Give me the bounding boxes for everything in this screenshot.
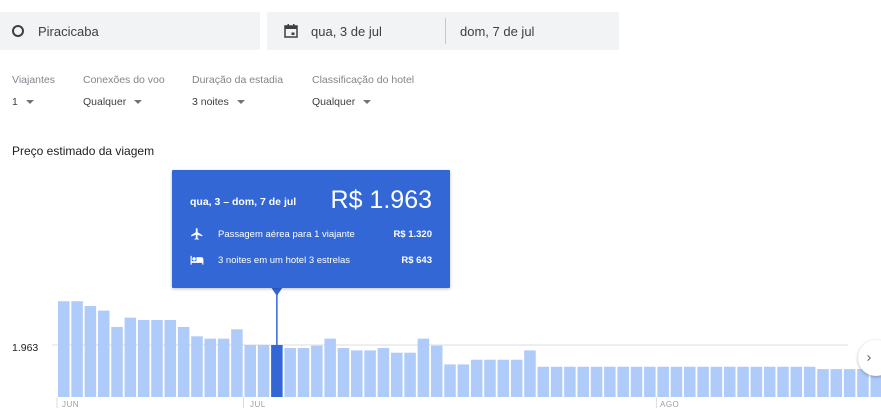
chart-bar[interactable] [617, 366, 629, 397]
tooltip-hotel-price: R$ 643 [401, 254, 432, 266]
chart-bar[interactable] [191, 336, 203, 397]
chart-bar[interactable] [71, 301, 83, 397]
chart-bar[interactable] [377, 348, 390, 397]
chart-bar[interactable] [111, 326, 123, 397]
chart-bar[interactable] [324, 338, 336, 397]
tooltip-total-price: R$ 1.963 [330, 186, 432, 214]
chart-bar[interactable] [550, 366, 563, 397]
chart-bar[interactable] [457, 364, 470, 397]
chevron-right-icon [867, 355, 871, 361]
y-reference-label: 1.963 [12, 342, 39, 354]
chart-bar[interactable] [97, 310, 110, 397]
chart-bar[interactable] [817, 369, 829, 397]
chart-bar[interactable] [750, 366, 763, 397]
chart-bar[interactable] [670, 366, 683, 397]
chart-bar[interactable] [311, 345, 323, 397]
chart-bar[interactable] [84, 305, 97, 397]
airplane-icon [191, 228, 203, 240]
chart-bar[interactable] [697, 366, 709, 397]
chart-bar[interactable] [577, 366, 589, 397]
chart-bar[interactable] [137, 319, 150, 397]
chart-bar[interactable] [564, 366, 576, 397]
chart-bar[interactable] [843, 369, 856, 397]
chart-bar[interactable] [244, 345, 256, 397]
chart-bar[interactable] [177, 326, 190, 397]
chart-bar[interactable] [604, 366, 616, 397]
tooltip-flight-price: R$ 1.320 [393, 228, 432, 240]
trip-planner: Piracicaba qua, 3 de jul dom, 7 de jul V… [0, 0, 881, 408]
chart-bar[interactable] [710, 366, 723, 397]
chart-bar-selected[interactable] [271, 345, 283, 397]
chart-bar[interactable] [444, 364, 456, 397]
chart-bar[interactable] [803, 366, 816, 397]
month-label-ago: AGO [660, 400, 680, 408]
chart-bar[interactable] [164, 319, 177, 397]
tooltip-flight-label: Passagem aérea para 1 viajante [218, 228, 355, 240]
chart-bar[interactable] [524, 350, 536, 397]
chart-bar[interactable] [777, 366, 789, 397]
chart-bar[interactable] [151, 319, 163, 397]
tooltip-pointer [270, 287, 283, 296]
chart-bar[interactable] [484, 359, 496, 397]
chart-bar[interactable] [257, 345, 270, 397]
chart-bar[interactable] [204, 338, 217, 397]
chart-bar[interactable] [58, 301, 70, 397]
month-label-jun: JUN [62, 400, 80, 408]
chart-bar[interactable] [417, 338, 430, 397]
tooltip-flight-row: Passagem aérea para 1 viajante R$ 1.320 [190, 226, 432, 242]
tooltip-dates: qua, 3 – dom, 7 de jul [190, 196, 297, 208]
chart-bar[interactable] [391, 352, 403, 397]
tooltip-hotel-label: 3 noites em um hotel 3 estrelas [218, 254, 351, 266]
chart-bar[interactable] [737, 366, 749, 397]
chart-bar[interactable] [217, 338, 230, 397]
chart-bar[interactable] [684, 366, 696, 397]
chart-bar[interactable] [537, 366, 550, 397]
chart-bar[interactable] [790, 366, 803, 397]
chart-bar[interactable] [830, 369, 843, 397]
chart-bar[interactable] [297, 348, 310, 397]
month-label-jul: JUL [250, 400, 266, 408]
tooltip-hotel-row: 3 noites em um hotel 3 estrelas R$ 643 [190, 252, 432, 268]
chart-bar[interactable] [231, 329, 243, 397]
chart-bar[interactable] [510, 359, 523, 397]
chart-bar[interactable] [337, 348, 350, 397]
chart-bar[interactable] [470, 359, 483, 397]
bed-icon [190, 255, 204, 265]
chart-bar[interactable] [124, 317, 137, 397]
chart-bar[interactable] [657, 366, 669, 397]
chart-bar[interactable] [364, 350, 376, 397]
chart-bar[interactable] [497, 359, 510, 397]
chart-bar[interactable] [284, 348, 296, 397]
chart-bar[interactable] [644, 366, 656, 397]
chart-bar[interactable] [763, 366, 776, 397]
chart-bar[interactable] [590, 366, 603, 397]
chart-bar[interactable] [351, 350, 363, 397]
chart-bar[interactable] [404, 352, 416, 397]
price-tooltip: qua, 3 – dom, 7 de jul R$ 1.963 Passagem… [172, 170, 450, 288]
chart-bar[interactable] [430, 345, 443, 397]
chart-bar[interactable] [630, 366, 643, 397]
chart-bar[interactable] [724, 366, 736, 397]
